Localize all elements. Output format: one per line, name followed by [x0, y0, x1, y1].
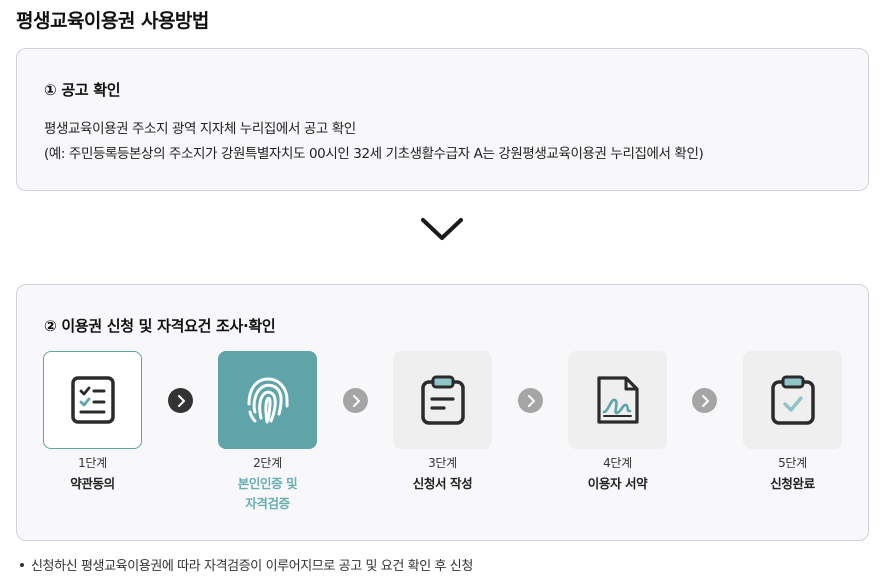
step-name-line: 자격검증 [245, 496, 290, 511]
step-tile-5 [743, 351, 842, 449]
signed-document-icon [596, 376, 639, 424]
clipboard-form-icon [420, 375, 465, 425]
chevron-down-icon [421, 218, 463, 240]
step-tile-4 [568, 351, 667, 449]
step-name: 이용자 서약 [587, 476, 648, 491]
section-example: (예: 주민등록등본상의 주소지가 강원특별자치도 00시인 32세 기초생활수… [44, 146, 704, 162]
section-heading: ② 이용권 신청 및 자격요건 조사·확인 [44, 317, 276, 335]
step-name-active: 본인인증 및 자격검증 [218, 474, 317, 514]
step-tile-1 [43, 351, 142, 449]
bullet-icon [20, 562, 24, 567]
step-name: 신청서 작성 [412, 476, 473, 491]
section-heading: ① 공고 확인 [44, 81, 121, 99]
checklist-icon [70, 376, 115, 424]
step-name: 약관동의 [70, 476, 115, 491]
step-name: 신청완료 [770, 476, 815, 491]
step-number: 3단계 [428, 456, 457, 470]
chevron-right-icon [352, 394, 360, 407]
footnote: 신청하신 평생교육이용권에 따라 자격검증이 이루어지므로 공고 및 요건 확인… [20, 555, 473, 574]
chevron-right-icon [701, 394, 709, 407]
step-arrow [343, 388, 368, 413]
step-number: 1단계 [78, 456, 107, 470]
step-number: 4단계 [603, 456, 632, 470]
footnote-text: 신청하신 평생교육이용권에 따라 자격검증이 이루어지므로 공고 및 요건 확인… [31, 559, 473, 574]
chevron-right-icon [177, 394, 185, 407]
step-arrow [168, 388, 193, 413]
notice-check-panel: ① 공고 확인 평생교육이용권 주소지 광역 지자체 누리집에서 공고 확인 (… [16, 48, 869, 191]
chevron-right-icon [527, 394, 535, 407]
step-tile-3 [393, 351, 492, 449]
step-number: 5단계 [778, 456, 807, 470]
step-arrow [518, 388, 543, 413]
step-arrow [692, 388, 717, 413]
section-description: 평생교육이용권 주소지 광역 지자체 누리집에서 공고 확인 [44, 121, 356, 137]
step-number: 2단계 [253, 456, 282, 470]
page-title: 평생교육이용권 사용방법 [16, 10, 209, 32]
clipboard-check-icon [770, 375, 815, 425]
fingerprint-icon [247, 377, 288, 424]
step-tile-2 [218, 351, 317, 449]
step-name-line: 본인인증 및 [237, 476, 298, 491]
